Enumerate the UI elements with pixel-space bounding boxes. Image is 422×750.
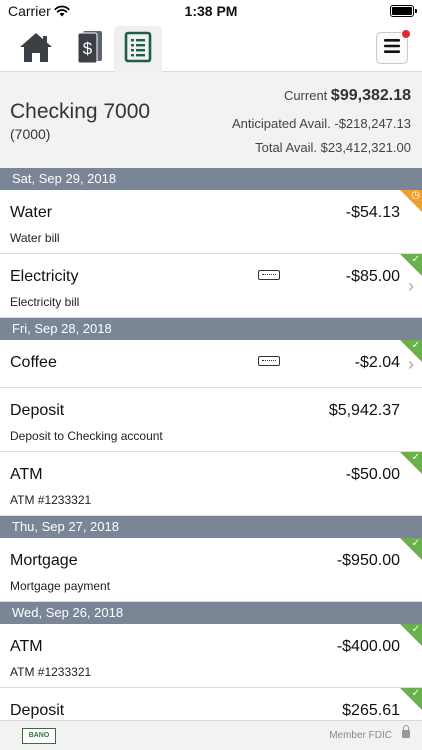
svg-text:$: $ [83, 39, 93, 58]
date-header: Fri, Sep 28, 2018 [0, 318, 422, 340]
transaction-amount: -$85.00 [345, 268, 400, 285]
checkmark-icon: ✓ [411, 688, 420, 699]
current-balance-value: $99,382.18 [330, 87, 411, 104]
transaction-description: Electricity [10, 268, 79, 285]
footer: BANO Member FDIC [0, 720, 422, 750]
transaction-row[interactable]: ATM -$400.00 ATM #1233321 ✓ [0, 624, 422, 688]
total-available-balance: Total Avail. $23,412,321.00 [255, 140, 411, 155]
date-header: Sat, Sep 29, 2018 [0, 168, 422, 190]
transaction-amount: $265.61 [342, 702, 400, 719]
account-summary: Checking 7000 (7000) Current $99,382.18 … [0, 72, 422, 168]
tab-register[interactable] [114, 26, 162, 72]
date-header: Thu, Sep 27, 2018 [0, 516, 422, 538]
battery-icon [390, 5, 417, 17]
transaction-description: Deposit [10, 702, 65, 719]
transaction-memo: Electricity bill [10, 295, 80, 309]
bank-logo: BANO [22, 728, 56, 744]
transaction-memo: ATM #1233321 [10, 665, 92, 679]
receipt-icon[interactable] [258, 356, 280, 366]
transfer-money-icon: $ [72, 28, 104, 71]
account-number: (7000) [10, 126, 51, 142]
tab-home[interactable] [12, 26, 60, 72]
checkmark-icon: ✓ [411, 538, 420, 549]
checkmark-icon: ✓ [411, 452, 420, 463]
tab-transfer[interactable]: $ [64, 26, 112, 72]
account-register-icon [123, 30, 153, 69]
checkmark-icon: ✓ [411, 254, 420, 265]
receipt-icon[interactable] [258, 270, 280, 280]
transaction-memo: Deposit to Checking account [10, 429, 163, 443]
transaction-description: Water [10, 204, 53, 221]
current-balance-label: Current [283, 88, 328, 103]
menu-button[interactable] [376, 29, 411, 64]
checkmark-icon: ✓ [411, 624, 420, 635]
lock-icon [402, 725, 410, 738]
notification-badge [401, 29, 411, 39]
transaction-row[interactable]: Deposit $5,942.37 Deposit to Checking ac… [0, 388, 422, 452]
transaction-description: Coffee [10, 354, 57, 371]
clock-icon: ◷ [411, 190, 420, 201]
current-balance: Current $99,382.18 [284, 87, 411, 105]
transaction-amount: $5,942.37 [328, 402, 400, 419]
chevron-right-icon[interactable]: › [408, 276, 414, 297]
transaction-amount: -$50.00 [345, 466, 400, 483]
hamburger-menu-icon [384, 38, 400, 58]
checkmark-icon: ✓ [411, 340, 420, 351]
chevron-right-icon[interactable]: › [408, 354, 414, 375]
transaction-amount: -$54.13 [345, 204, 400, 221]
transaction-row[interactable]: Water -$54.13 Water bill ◷ [0, 190, 422, 254]
anticipated-balance: Anticipated Avail. -$218,247.13 [231, 116, 411, 131]
transaction-description: Mortgage [10, 552, 78, 569]
transaction-amount: -$400.00 [336, 638, 400, 655]
transaction-description: Deposit [10, 402, 65, 419]
transaction-amount: -$2.04 [354, 354, 400, 371]
clock: 1:38 PM [184, 3, 238, 19]
transaction-amount: -$950.00 [336, 552, 400, 569]
transaction-memo: Mortgage payment [10, 579, 111, 593]
transaction-memo: Water bill [10, 231, 60, 245]
home-icon [17, 30, 55, 69]
transaction-row[interactable]: Coffee -$2.04 ✓ › [0, 340, 422, 388]
transaction-memo: ATM #1233321 [10, 493, 92, 507]
top-nav: $ [0, 22, 422, 72]
status-bar: Carrier 1:38 PM [0, 0, 422, 22]
transaction-description: ATM [10, 466, 43, 483]
transaction-list: Sat, Sep 29, 2018 Water -$54.13 Water bi… [0, 168, 422, 750]
date-header: Wed, Sep 26, 2018 [0, 602, 422, 624]
transaction-row[interactable]: Electricity -$85.00 Electricity bill ✓ › [0, 254, 422, 318]
transaction-description: ATM [10, 638, 43, 655]
member-fdic-label: Member FDIC [329, 730, 392, 741]
transaction-row[interactable]: Mortgage -$950.00 Mortgage payment ✓ [0, 538, 422, 602]
transaction-row[interactable]: ATM -$50.00 ATM #1233321 ✓ [0, 452, 422, 516]
account-name: Checking 7000 [10, 100, 151, 123]
